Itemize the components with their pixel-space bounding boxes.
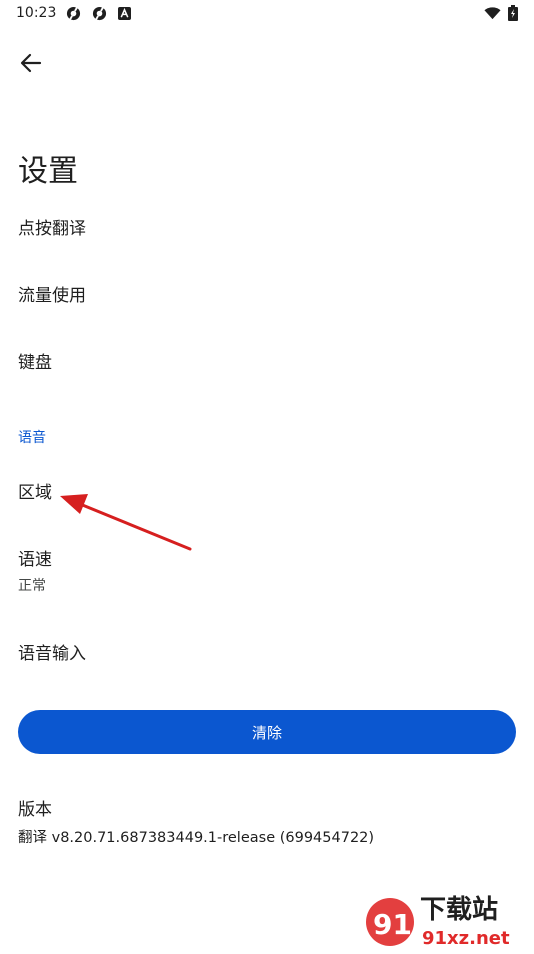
tap-to-translate-item[interactable]: 点按翻译	[18, 218, 516, 240]
version-item: 版本 翻译 v8.20.71.687383449.1-release (6994…	[18, 799, 516, 847]
status-bar: 10:23	[0, 0, 534, 28]
battery-icon	[508, 5, 518, 21]
watermark-url: 91xz.net	[422, 928, 510, 949]
region-label: 区域	[18, 483, 52, 503]
region-item[interactable]: 区域	[18, 482, 516, 504]
watermark-logo-graphic: 91 下载站 91xz.net	[366, 895, 510, 949]
tap-to-translate-label: 点按翻译	[18, 219, 86, 239]
a-notification-icon	[118, 7, 131, 20]
speech-rate-item[interactable]: 语速 正常	[18, 549, 516, 595]
speech-section-header: 语音	[18, 430, 46, 446]
speech-rate-value: 正常	[18, 578, 46, 594]
speech-rate-label: 语速	[18, 550, 52, 570]
voice-input-label: 语音输入	[18, 644, 86, 664]
watermark-logo: 91 下载站 91xz.net	[360, 886, 534, 950]
back-button[interactable]	[14, 46, 48, 80]
gear-notification-icon	[66, 6, 81, 21]
version-label: 版本	[18, 800, 52, 820]
clear-button[interactable]: 清除	[18, 710, 516, 754]
status-time: 10:23	[16, 5, 57, 21]
wifi-icon	[484, 7, 501, 20]
gear-notification-icon	[92, 6, 107, 21]
data-usage-item[interactable]: 流量使用	[18, 285, 516, 307]
voice-input-item[interactable]: 语音输入	[18, 643, 516, 665]
page-title: 设置	[18, 154, 78, 189]
arrow-left-icon	[20, 53, 42, 73]
keyboard-item[interactable]: 键盘	[18, 352, 516, 374]
version-value: 翻译 v8.20.71.687383449.1-release (6994547…	[18, 830, 375, 846]
keyboard-label: 键盘	[18, 353, 52, 373]
watermark-logo-text: 91	[373, 908, 412, 941]
data-usage-label: 流量使用	[18, 286, 86, 306]
watermark-title: 下载站	[420, 895, 498, 925]
